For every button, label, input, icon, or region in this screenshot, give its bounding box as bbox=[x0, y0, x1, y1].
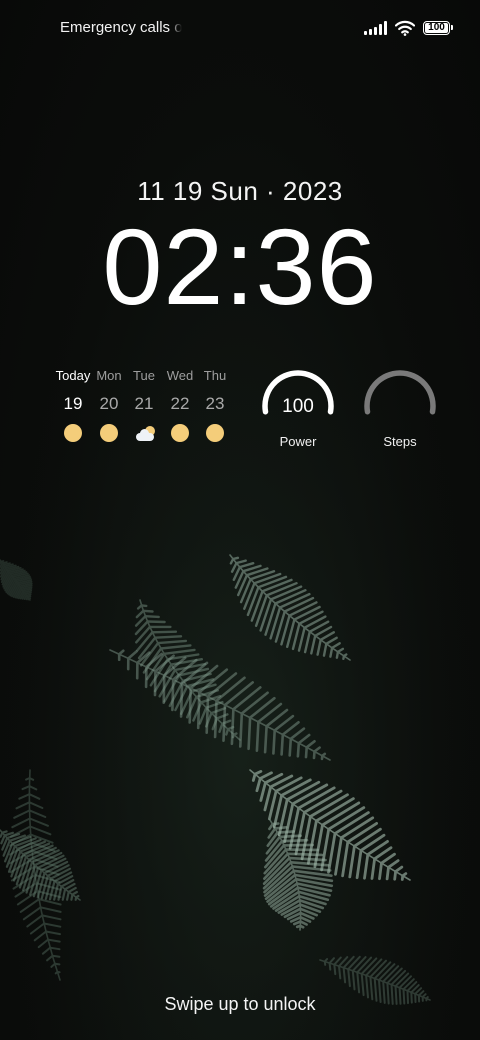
lock-screen[interactable]: Emergency calls only 100 11 19 Sun · 202… bbox=[0, 0, 480, 1040]
swipe-up-hint: Swipe up to unlock bbox=[164, 994, 316, 1014]
wifi-icon bbox=[395, 20, 415, 36]
day-date: 22 bbox=[170, 394, 190, 413]
partly-cloudy-icon bbox=[135, 424, 157, 443]
carrier-text: Emergency calls only bbox=[60, 19, 182, 36]
sun-icon bbox=[206, 424, 224, 442]
day-name: Mon bbox=[96, 368, 122, 383]
weather-forecast-widget[interactable]: Today 19 Mon 20 Tue 21 Wed 22 Thu 23 bbox=[52, 368, 234, 452]
signal-icon bbox=[364, 21, 387, 35]
steps-label: Steps bbox=[383, 434, 417, 449]
steps-widget[interactable]: Steps bbox=[362, 370, 438, 454]
steps-gauge-ring bbox=[364, 370, 436, 415]
day-date: 19 bbox=[63, 394, 83, 413]
forecast-day-today: Today 19 bbox=[53, 368, 93, 443]
day-name: Thu bbox=[203, 368, 227, 383]
power-widget[interactable]: 100 Power bbox=[260, 370, 336, 454]
fern-wallpaper bbox=[0, 0, 480, 1040]
sun-icon bbox=[64, 424, 82, 442]
sun-icon bbox=[171, 424, 189, 442]
forecast-day-wed: Wed 22 bbox=[160, 368, 200, 443]
forecast-day-thu: Thu 23 bbox=[195, 368, 235, 443]
forecast-day-tue: Tue 21 bbox=[124, 368, 164, 443]
day-date: 23 bbox=[205, 394, 225, 413]
status-bar: Emergency calls only 100 bbox=[0, 0, 480, 56]
forecast-day-mon: Mon 20 bbox=[89, 368, 129, 443]
clock-time: 02:36 bbox=[102, 206, 378, 327]
battery-icon: 100 bbox=[423, 21, 453, 35]
battery-level: 100 bbox=[428, 22, 445, 33]
day-name: Today bbox=[55, 368, 91, 383]
date-display: 11 19 Sun · 2023 bbox=[137, 176, 343, 206]
day-date: 21 bbox=[134, 394, 154, 413]
day-name: Tue bbox=[133, 368, 155, 383]
power-label: Power bbox=[279, 434, 317, 449]
status-icons: 100 bbox=[364, 19, 453, 37]
sun-icon bbox=[100, 424, 118, 442]
day-name: Wed bbox=[166, 368, 194, 383]
power-value: 100 bbox=[282, 396, 314, 417]
day-date: 20 bbox=[99, 394, 119, 413]
